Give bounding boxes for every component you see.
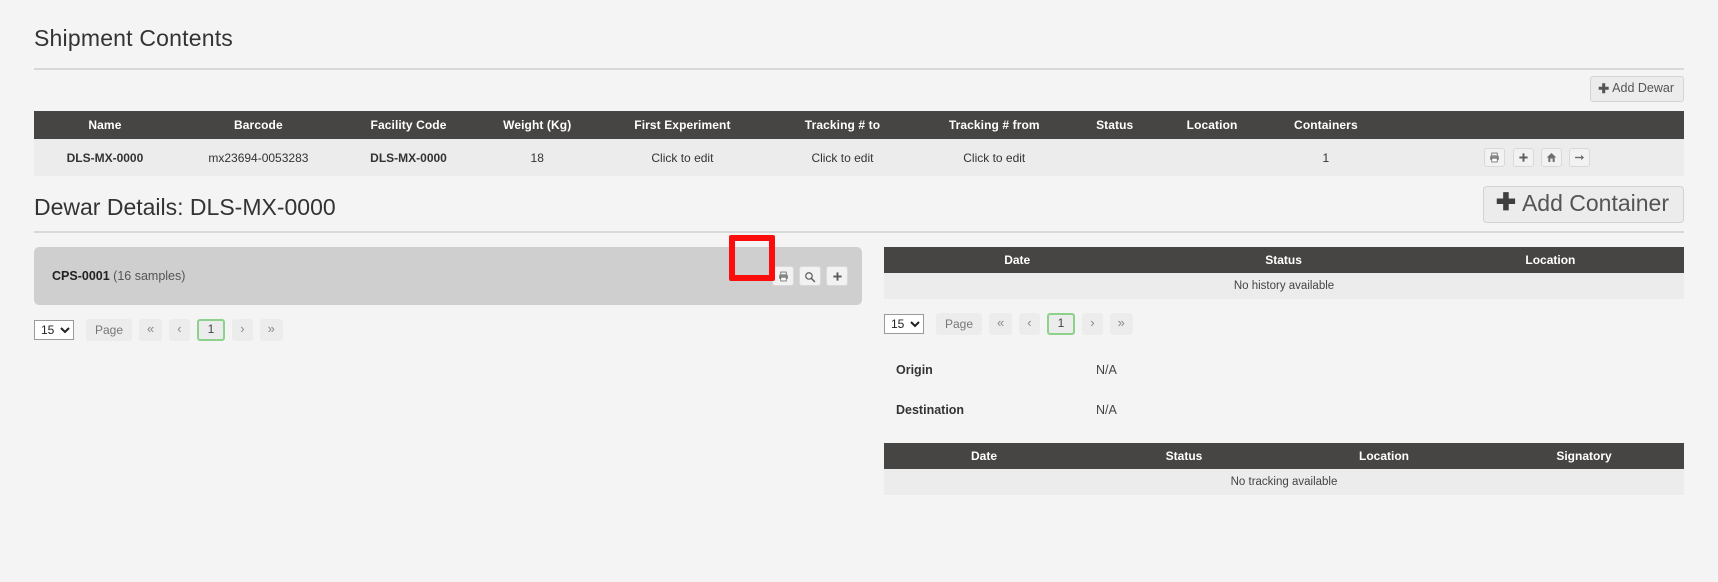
current-page-button[interactable]: 1	[196, 319, 226, 342]
cell-tracking-from[interactable]: Click to edit	[918, 139, 1071, 176]
tracking-empty-row: No tracking available	[884, 469, 1684, 496]
current-page-button[interactable]: 1	[1046, 313, 1076, 336]
col-containers: Containers	[1264, 111, 1387, 139]
plus-icon: ✚	[1598, 81, 1610, 96]
add-dewar-label: Add Dewar	[1612, 81, 1674, 96]
col-weight: Weight (Kg)	[476, 111, 599, 139]
dewar-table: Name Barcode Facility Code Weight (Kg) F…	[34, 111, 1684, 176]
history-col-status: Status	[1150, 247, 1417, 273]
tracking-col-signatory: Signatory	[1484, 443, 1684, 470]
dewar-table-header-row: Name Barcode Facility Code Weight (Kg) F…	[34, 111, 1684, 139]
container-card[interactable]: CPS-0001 (16 samples)	[34, 235, 862, 305]
page-size-select[interactable]: 15	[884, 314, 924, 335]
add-container-button[interactable]: ✚ Add Container	[1482, 186, 1684, 224]
search-icon[interactable]	[799, 266, 821, 286]
page-label: Page	[86, 319, 133, 342]
tracking-header-row: Date Status Location Signatory	[884, 443, 1684, 470]
plus-icon[interactable]	[826, 266, 848, 286]
col-tracking-from: Tracking # from	[918, 111, 1071, 139]
col-first-experiment: First Experiment	[598, 111, 767, 139]
col-tracking-to: Tracking # to	[766, 111, 919, 139]
container-name: CPS-0001	[52, 269, 110, 283]
containers-pagination: 15 Page « ‹ 1 › »	[34, 319, 862, 342]
history-empty-message: No history available	[884, 273, 1684, 299]
history-header-row: Date Status Location	[884, 247, 1684, 273]
page-title: Shipment Contents	[34, 25, 234, 51]
last-page-button[interactable]: »	[1109, 313, 1133, 335]
col-barcode: Barcode	[175, 111, 341, 139]
history-panel: Date Status Location No history availabl…	[884, 247, 1684, 496]
col-location: Location	[1159, 111, 1265, 139]
origin-row: Origin N/A	[896, 363, 1684, 377]
tracking-table: Date Status Location Signatory No tracki…	[884, 443, 1684, 496]
prev-page-button[interactable]: ‹	[1019, 313, 1040, 335]
cell-name: DLS-MX-0000	[34, 139, 176, 176]
origin-value: N/A	[1096, 363, 1117, 378]
tracking-empty-message: No tracking available	[884, 469, 1684, 496]
next-page-button[interactable]: ›	[1082, 313, 1103, 335]
cell-first-experiment[interactable]: Click to edit	[598, 139, 767, 176]
tracking-col-status: Status	[1084, 443, 1284, 470]
next-page-button[interactable]: ›	[232, 319, 253, 341]
destination-row: Destination N/A	[896, 403, 1684, 417]
plus-icon[interactable]	[1512, 148, 1534, 167]
containers-panel: CPS-0001 (16 samples) 15 Page « ‹ 1 › »	[34, 235, 862, 495]
tracking-table-wrapper: Date Status Location Signatory No tracki…	[884, 443, 1684, 496]
container-label: CPS-0001 (16 samples)	[52, 269, 185, 283]
shipment-contents-page: Shipment Contents ✚ Add Dewar Name Barco…	[0, 0, 1718, 582]
cell-status	[1070, 139, 1160, 176]
col-name: Name	[34, 111, 176, 139]
history-table: Date Status Location No history availabl…	[884, 247, 1684, 299]
search-icon-highlight	[729, 235, 775, 281]
dewar-details-body: CPS-0001 (16 samples) 15 Page « ‹ 1 › » …	[0, 235, 1718, 496]
first-page-button[interactable]: «	[989, 313, 1013, 335]
dewar-details-header: Dewar Details: DLS-MX-0000 ✚ Add Contain…	[0, 186, 1718, 233]
tracking-col-date: Date	[884, 443, 1084, 470]
add-dewar-button[interactable]: ✚ Add Dewar	[1590, 76, 1684, 102]
prev-page-button[interactable]: ‹	[169, 319, 190, 341]
dewar-details-divider	[34, 231, 1684, 233]
print-icon[interactable]	[772, 266, 794, 286]
container-sample-count: (16 samples)	[113, 269, 186, 283]
print-icon[interactable]	[1484, 148, 1506, 167]
table-row[interactable]: DLS-MX-0000 mx23694-0053283 DLS-MX-0000 …	[34, 139, 1684, 176]
col-actions	[1386, 111, 1684, 139]
cell-location	[1159, 139, 1265, 176]
home-icon[interactable]	[1541, 148, 1563, 167]
destination-value: N/A	[1096, 403, 1117, 418]
page-label: Page	[936, 313, 983, 336]
shipment-contents-header: Shipment Contents	[0, 0, 1718, 70]
last-page-button[interactable]: »	[259, 319, 283, 341]
history-col-date: Date	[884, 247, 1151, 273]
cell-barcode: mx23694-0053283	[175, 139, 341, 176]
arrow-icon[interactable]	[1569, 148, 1591, 167]
page-size-select[interactable]: 15	[34, 320, 74, 341]
history-col-location: Location	[1416, 247, 1684, 273]
history-pagination: 15 Page « ‹ 1 › »	[884, 313, 1684, 336]
cell-tracking-to[interactable]: Click to edit	[766, 139, 919, 176]
tracking-col-location: Location	[1284, 443, 1484, 470]
history-empty-row: No history available	[884, 273, 1684, 299]
cell-facility-code: DLS-MX-0000	[340, 139, 477, 176]
cell-weight: 18	[476, 139, 599, 176]
first-page-button[interactable]: «	[139, 319, 163, 341]
add-container-label: Add Container	[1521, 189, 1669, 216]
destination-label: Destination	[896, 403, 965, 418]
cell-containers: 1	[1264, 139, 1387, 176]
origin-label: Origin	[896, 363, 933, 378]
shipping-info: Origin N/A Destination N/A	[884, 363, 1684, 417]
plus-icon: ✚	[1495, 189, 1516, 216]
col-status: Status	[1070, 111, 1160, 139]
container-actions	[772, 266, 848, 286]
dewar-details-title: Dewar Details: DLS-MX-0000	[34, 194, 336, 220]
dewar-table-wrapper: Name Barcode Facility Code Weight (Kg) F…	[0, 102, 1718, 176]
col-facility-code: Facility Code	[340, 111, 477, 139]
cell-row-actions	[1386, 139, 1684, 176]
shipment-toolbar: ✚ Add Dewar	[0, 70, 1718, 102]
